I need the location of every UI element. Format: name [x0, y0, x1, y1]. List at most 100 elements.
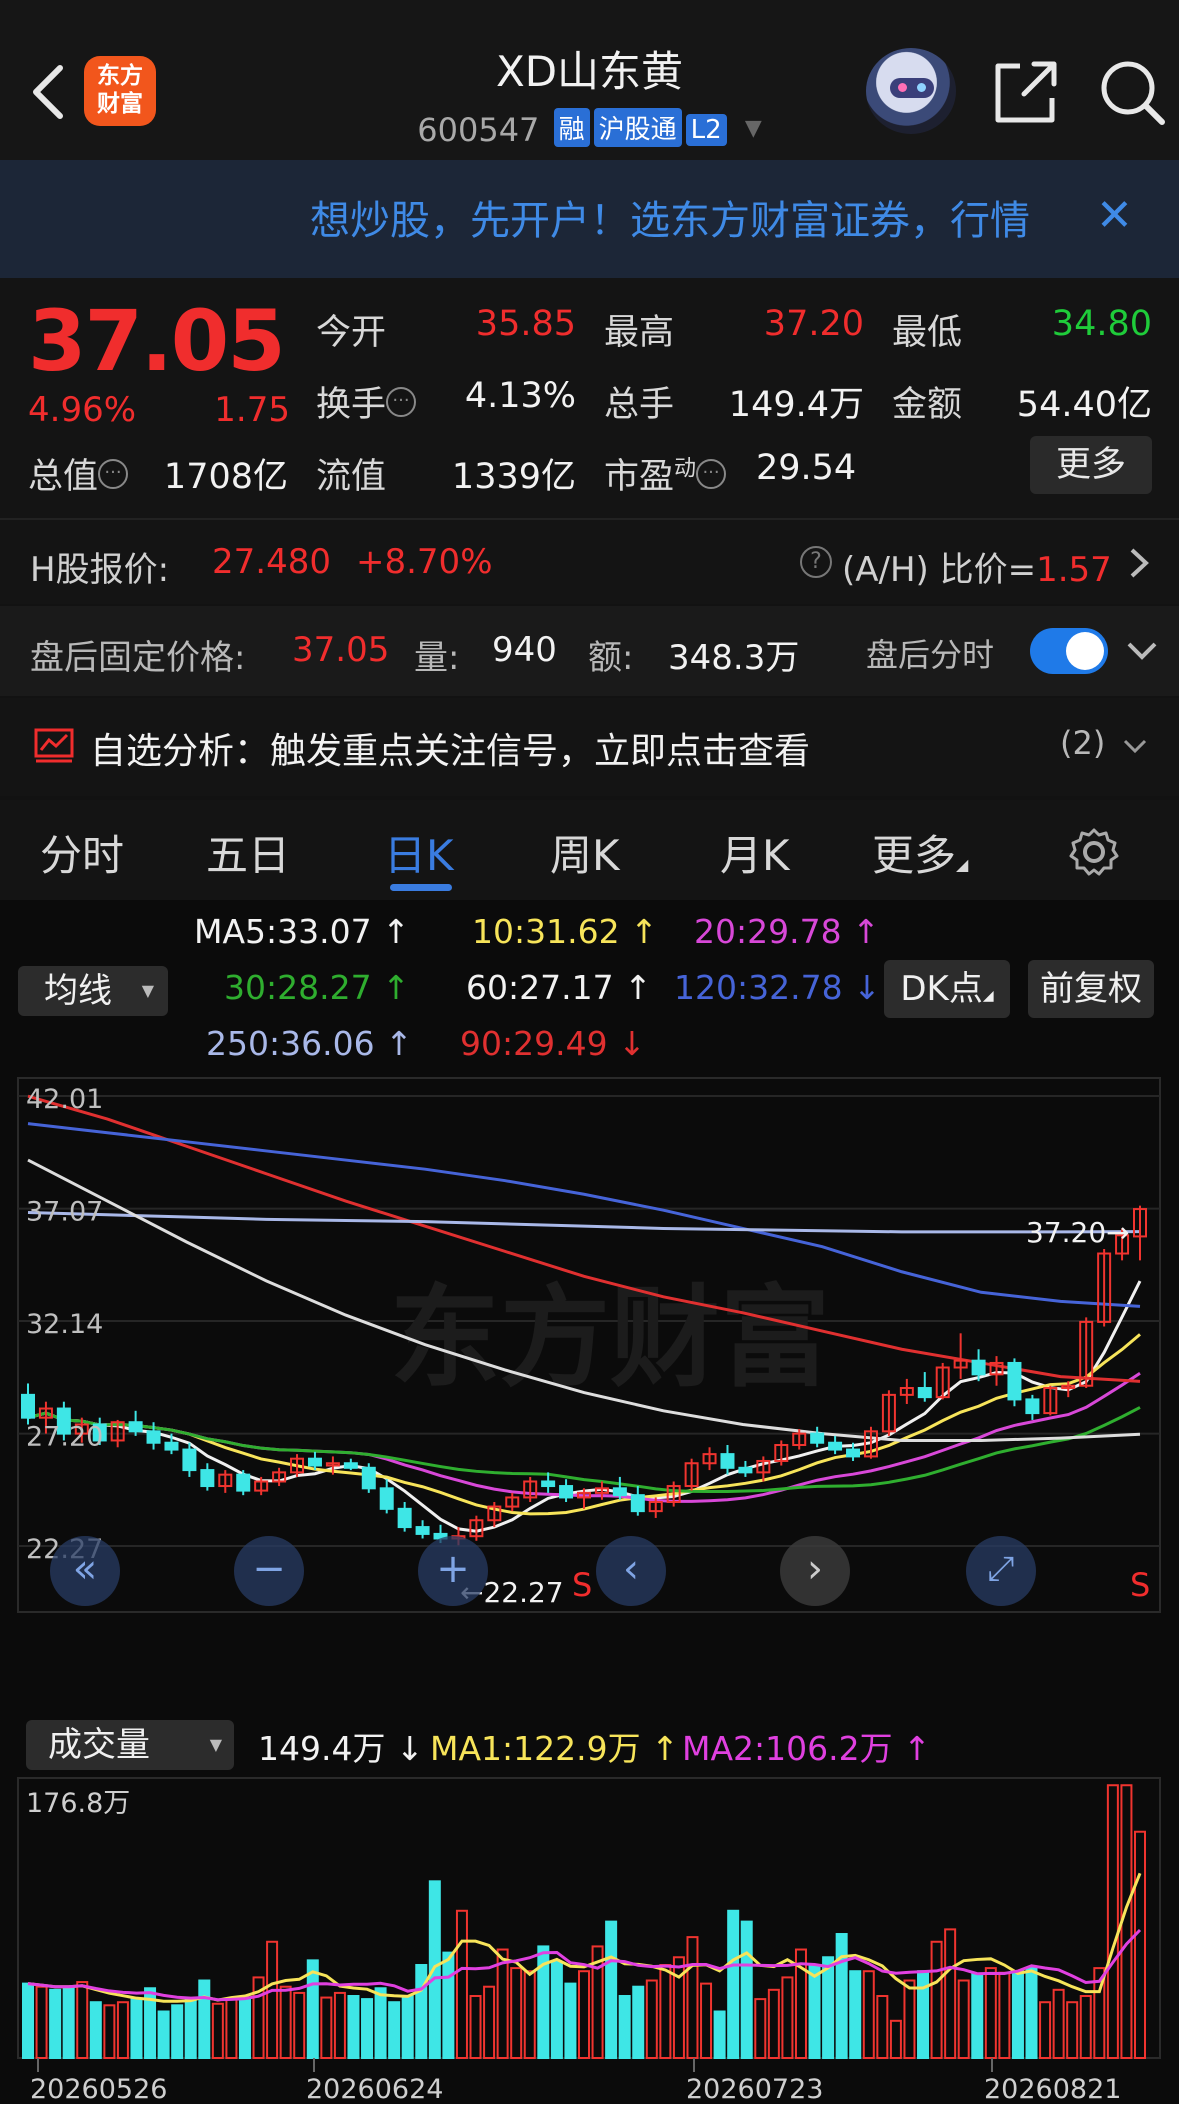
- chevron-down-icon[interactable]: [1122, 738, 1148, 756]
- volume-bar-up: [998, 1971, 1011, 2059]
- info-icon[interactable]: ···: [98, 459, 129, 489]
- volume-bar-up: [889, 2019, 902, 2060]
- info-icon[interactable]: ···: [696, 459, 727, 489]
- dropdown-triangle-icon: ◢: [982, 988, 994, 1004]
- volume-bar-up: [659, 1964, 672, 2060]
- candle-down: [182, 1448, 197, 1472]
- volume-bar-down: [822, 1956, 835, 2059]
- fullscreen-icon[interactable]: ⤢: [966, 1536, 1036, 1606]
- h-share-pct: +8.70%: [356, 542, 493, 582]
- candle-down: [1007, 1361, 1022, 1401]
- volume-bar-up: [984, 1967, 997, 2060]
- indicator-selector[interactable]: 成交量 ▼: [26, 1720, 234, 1770]
- volume-bar-down: [632, 1985, 645, 2059]
- volume-bar-down: [130, 1998, 143, 2059]
- after-hours-toggle[interactable]: [1030, 628, 1108, 674]
- search-icon[interactable]: [1096, 56, 1168, 128]
- low-value: 34.80: [1051, 304, 1152, 344]
- volume-label: 总手: [604, 385, 675, 425]
- date-label: 20260624: [306, 2074, 443, 2104]
- tab-five-day[interactable]: 五日: [206, 822, 290, 883]
- price-axis-label: 37.07: [26, 1197, 103, 1228]
- vol-ma2-label: MA2:106.2万 ↑: [682, 1729, 931, 1768]
- assistant-robot-icon[interactable]: [866, 48, 956, 134]
- volume-bar-up: [320, 1996, 333, 2059]
- candle-down: [397, 1507, 412, 1529]
- volume-bar-up: [469, 1995, 482, 2059]
- volume-bar-down: [740, 1920, 753, 2059]
- tab-intraday[interactable]: 分时: [40, 822, 124, 883]
- date-label: 20260821: [984, 2074, 1121, 2104]
- mktcap-label: 总值 ···: [28, 448, 129, 499]
- dropdown-triangle-icon: ▼: [209, 1735, 222, 1754]
- share-icon[interactable]: [990, 56, 1062, 128]
- pe-value: 29.54: [756, 448, 857, 488]
- max-price-label: 37.20→: [1026, 1216, 1130, 1249]
- scroll-left-fast-icon[interactable]: «: [50, 1536, 120, 1606]
- dk-point-button[interactable]: DK点◢: [884, 960, 1010, 1018]
- tab-daily-k[interactable]: 日K: [384, 822, 454, 883]
- analysis-count: (2): [1060, 724, 1106, 762]
- ah-ratio-value: 1.57: [1036, 550, 1112, 590]
- candle-down: [738, 1466, 753, 1474]
- volume-bar-down: [89, 2001, 102, 2059]
- turnover-label: 换手 ···: [316, 376, 417, 427]
- tab-monthly-k[interactable]: 月K: [720, 822, 790, 883]
- volume-bar-down: [713, 2010, 726, 2060]
- vol-ma1-text: MA1:122.9万: [430, 1729, 641, 1768]
- chevron-down-icon[interactable]: [1126, 640, 1158, 662]
- adjust-button[interactable]: 前复权: [1028, 960, 1154, 1018]
- scroll-right-icon[interactable]: ›: [780, 1536, 850, 1606]
- zoom-out-icon[interactable]: −: [234, 1536, 304, 1606]
- date-label: 20260723: [686, 2074, 823, 2104]
- candle-down: [361, 1466, 376, 1490]
- active-tab-indicator: [390, 884, 452, 891]
- chevron-right-icon[interactable]: [1128, 546, 1150, 580]
- pe-label-text: 市盈: [604, 457, 675, 497]
- after-hours-row: 盘后固定价格: 37.05 量: 940 额: 348.3万 盘后分时: [0, 606, 1179, 696]
- settings-gear-icon[interactable]: [1068, 826, 1120, 878]
- ma30-text: 30:28.27: [224, 968, 372, 1007]
- candle-down: [307, 1457, 322, 1467]
- info-icon[interactable]: ···: [386, 387, 417, 417]
- volume-bar-up: [496, 1948, 509, 2059]
- chevron-down-icon[interactable]: ▼: [745, 116, 762, 141]
- ma60-text: 60:27.17: [466, 968, 614, 1007]
- help-icon[interactable]: ?: [800, 546, 832, 578]
- tab-more-label: 更多: [872, 831, 957, 880]
- after-hours-vol: 940: [492, 630, 557, 670]
- tab-weekly-k[interactable]: 周K: [550, 822, 620, 883]
- volume-chart[interactable]: 176.8万 20260526 20260624 20260723 20260821: [0, 1776, 1179, 2104]
- banner-text[interactable]: 想炒股，先开户！选东方财富证券，行情: [310, 188, 1090, 246]
- volume-bar-down: [401, 1995, 414, 2059]
- h-share-row[interactable]: H股报价: 27.480 +8.70% ? (A/H) 比价=1.57: [0, 520, 1179, 604]
- volume-bar-up: [1079, 1995, 1092, 2059]
- tag-margin: 融: [553, 108, 590, 147]
- volume-bar-up: [686, 1936, 699, 2059]
- date-axis: 20260526 20260624 20260723 20260821: [30, 2058, 1121, 2104]
- volume-bar-up: [76, 1981, 89, 2059]
- volume-bar-up: [455, 1909, 468, 2059]
- ma20-label: 20:29.78 ↑: [694, 912, 880, 951]
- close-icon[interactable]: ✕: [1096, 190, 1133, 241]
- ma30-label: 30:28.27 ↑: [224, 968, 410, 1007]
- kline-chart[interactable]: 东方财富 42.0137.0732.1427.2022.27 37.20→ ←2…: [0, 1076, 1179, 1616]
- more-button[interactable]: 更多: [1030, 436, 1152, 494]
- volume-bar-up: [645, 1979, 658, 2059]
- ma-selector[interactable]: 均线 ▼: [18, 966, 168, 1016]
- volume-bar-down: [22, 1982, 34, 2059]
- volume-bar-down: [347, 1995, 360, 2059]
- volume-bar-up: [279, 1985, 292, 2059]
- ma120-label: 120:32.78 ↓: [674, 968, 881, 1007]
- candle-down: [810, 1432, 825, 1444]
- zoom-in-icon[interactable]: +: [418, 1536, 488, 1606]
- scroll-left-icon[interactable]: ‹: [596, 1536, 666, 1606]
- ah-ratio: (A/H) 比价=1.57: [842, 542, 1112, 591]
- volume-bar-up: [1134, 1830, 1146, 2059]
- volume-bar-up: [35, 1985, 48, 2059]
- turnover-value: 4.13%: [464, 376, 576, 416]
- analysis-row[interactable]: 自选分析：触发重点关注信号，立即点击查看 (2): [0, 698, 1179, 796]
- tab-more[interactable]: 更多◢: [872, 822, 968, 883]
- promo-banner[interactable]: 想炒股，先开户！选东方财富证券，行情 ✕: [0, 160, 1179, 278]
- stock-code: 600547: [417, 111, 540, 149]
